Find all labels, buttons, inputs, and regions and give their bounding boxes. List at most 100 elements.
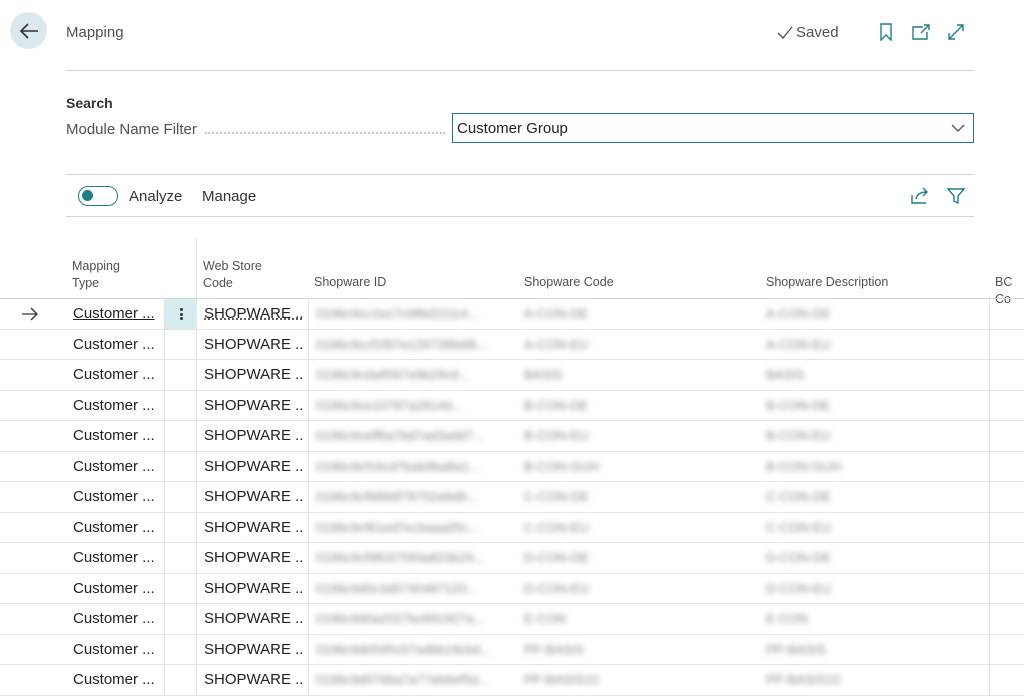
cell-shopware-description[interactable]: D-CON-DE <box>766 543 976 573</box>
cell-web-store-code[interactable]: SHOPWARE ... <box>204 635 304 665</box>
cell-shopware-id[interactable]: 0196c9d0c3d5740487120... <box>316 574 512 604</box>
table-row[interactable]: Customer ... SHOPWARE ... 0196c9ce10787a28… <box>0 391 1024 421</box>
table-row[interactable]: Customer ... SHOPWARE ... 0196c9ccf1f97e12… <box>0 330 1024 360</box>
table-row[interactable]: Customer ... SHOPWARE ... 0196c9d0a2027bc8… <box>0 604 1024 635</box>
cell-shopware-description[interactable]: PP-BASIS10 <box>766 665 976 695</box>
bookmark-button[interactable] <box>876 22 896 42</box>
cell-shopware-id[interactable]: 0196c9d076ba7a77eb9ef5d... <box>316 665 512 695</box>
table-row[interactable]: Customer ... SHOPWARE ... 0196c9cf6866f787… <box>0 482 1024 513</box>
column-separator <box>989 299 990 696</box>
cell-mapping-type[interactable]: Customer ... <box>73 482 161 512</box>
cell-shopware-code[interactable]: BASIS <box>524 360 744 390</box>
cell-shopware-code[interactable]: E-CON <box>524 604 744 634</box>
open-new-window-button[interactable] <box>911 22 931 42</box>
cell-shopware-description[interactable]: PP-BASIS <box>766 635 976 665</box>
cell-mapping-type[interactable]: Customer ... <box>73 604 161 634</box>
cell-shopware-code[interactable]: B-CON-GUH <box>524 452 744 482</box>
cell-mapping-type[interactable]: Customer ... <box>73 299 161 329</box>
cell-mapping-type[interactable]: Customer ... <box>73 665 161 695</box>
table-row[interactable]: Customer ... SHOPWARE ... 0196c9ceff6a7bd7… <box>0 421 1024 452</box>
cell-shopware-id[interactable]: 0196c9d0595c07ad6b19cbd... <box>316 635 512 665</box>
table-row[interactable]: Customer ... SHOPWARE ... 0196c9d076ba7a77… <box>0 665 1024 696</box>
cell-shopware-id[interactable]: 0196c9cf16cd7bab9ba8a1... <box>316 452 512 482</box>
column-separator <box>308 299 309 696</box>
cell-mapping-type[interactable]: Customer ... <box>73 574 161 604</box>
column-separator <box>164 299 165 696</box>
analyze-label[interactable]: Analyze <box>129 188 182 205</box>
row-actions-menu-button[interactable] <box>165 299 197 329</box>
filter-button[interactable] <box>945 185 967 207</box>
cell-mapping-type[interactable]: Customer ... <box>73 330 161 360</box>
module-name-filter-select[interactable]: Customer Group <box>452 113 974 143</box>
table-row[interactable]: Customer ... SHOPWARE ... 0196c9cf9f037593… <box>0 543 1024 574</box>
cell-web-store-code[interactable]: SHOPWARE ... <box>204 543 304 573</box>
cell-shopware-id[interactable]: 0196c9cda8567e9b29cd... <box>316 360 512 390</box>
cell-shopware-description[interactable]: E-CON <box>766 604 976 634</box>
cell-shopware-description[interactable]: B-CON-EU <box>766 421 976 451</box>
cell-shopware-description[interactable]: D-CON-EU <box>766 574 976 604</box>
cell-shopware-code[interactable]: A-CON-DE <box>524 299 744 329</box>
cell-shopware-code[interactable]: C-CON-DE <box>524 482 744 512</box>
table-row[interactable]: Customer ... SHOPWARE ... 0196c9cda8567e9b… <box>0 360 1024 391</box>
cell-shopware-code[interactable]: A-CON-EU <box>524 330 744 360</box>
cell-shopware-code[interactable]: C-CON-EU <box>524 513 744 543</box>
cell-shopware-description[interactable]: A-CON-EU <box>766 330 976 360</box>
more-vertical-icon <box>179 307 183 322</box>
cell-shopware-code[interactable]: B-CON-DE <box>524 391 744 421</box>
table-row[interactable]: Customer ... SHOPWARE ... 0196c9d0595c07ad… <box>0 635 1024 665</box>
column-header-shopware-code[interactable]: Shopware Code <box>524 274 614 291</box>
cell-mapping-type[interactable]: Customer ... <box>73 635 161 665</box>
cell-shopware-id[interactable]: 0196c9cc2a17c0f8d22114... <box>316 299 512 329</box>
cell-shopware-description[interactable]: B-CON-DE <box>766 391 976 421</box>
cell-shopware-id[interactable]: 0196c9cf6866f78702a9d9... <box>316 482 512 512</box>
cell-mapping-type[interactable]: Customer ... <box>73 452 161 482</box>
toggle-knob <box>82 190 93 201</box>
cell-shopware-id[interactable]: 0196c9ceff6a7bd7ad3add7... <box>316 421 512 451</box>
column-header-shopware-id[interactable]: Shopware ID <box>314 274 386 291</box>
cell-mapping-type[interactable]: Customer ... <box>73 391 161 421</box>
cell-shopware-code[interactable]: PP-BASIS10 <box>524 665 744 695</box>
cell-web-store-code[interactable]: SHOPWARE ... <box>204 360 304 390</box>
column-header-web-store-code[interactable]: Web Store Code <box>203 258 262 292</box>
cell-shopware-description[interactable]: B-CON-GUH <box>766 452 976 482</box>
module-name-filter-label: Module Name Filter <box>66 121 197 138</box>
cell-mapping-type[interactable]: Customer ... <box>73 421 161 451</box>
cell-mapping-type[interactable]: Customer ... <box>73 513 161 543</box>
table-row[interactable]: Customer ... SHOPWARE ... 0196c9cc2a17c0f8… <box>0 299 1024 330</box>
cell-web-store-code[interactable]: SHOPWARE ... <box>204 513 304 543</box>
cell-shopware-code[interactable]: PP-BASIS <box>524 635 744 665</box>
back-button[interactable] <box>10 12 47 49</box>
cell-shopware-description[interactable]: C-CON-DE <box>766 482 976 512</box>
column-header-mapping-type[interactable]: Mapping Type <box>72 258 120 292</box>
cell-web-store-code[interactable]: SHOPWARE ... <box>204 574 304 604</box>
cell-web-store-code[interactable]: SHOPWARE ... <box>204 330 304 360</box>
cell-shopware-code[interactable]: D-CON-DE <box>524 543 744 573</box>
cell-web-store-code[interactable]: SHOPWARE ... <box>204 391 304 421</box>
expand-button[interactable] <box>946 22 966 42</box>
cell-shopware-id[interactable]: 0196c9cf61ed7ecbaaa05c... <box>316 513 512 543</box>
cell-shopware-id[interactable]: 0196c9d0a2027bc891927a... <box>316 604 512 634</box>
cell-mapping-type[interactable]: Customer ... <box>73 543 161 573</box>
cell-web-store-code[interactable]: SHOPWARE ... <box>204 299 304 329</box>
analyze-toggle[interactable] <box>78 186 118 206</box>
share-button[interactable] <box>909 185 931 207</box>
cell-shopware-code[interactable]: D-CON-EU <box>524 574 744 604</box>
cell-web-store-code[interactable]: SHOPWARE ... <box>204 482 304 512</box>
cell-shopware-description[interactable]: BASIS <box>766 360 976 390</box>
column-header-shopware-description[interactable]: Shopware Description <box>766 274 888 291</box>
cell-web-store-code[interactable]: SHOPWARE ... <box>204 604 304 634</box>
cell-web-store-code[interactable]: SHOPWARE ... <box>204 452 304 482</box>
cell-web-store-code[interactable]: SHOPWARE ... <box>204 421 304 451</box>
cell-shopware-description[interactable]: C-CON-EU <box>766 513 976 543</box>
cell-shopware-description[interactable]: A-CON-DE <box>766 299 976 329</box>
table-row[interactable]: Customer ... SHOPWARE ... 0196c9cf61ed7ecb… <box>0 513 1024 543</box>
manage-menu[interactable]: Manage <box>202 188 256 205</box>
cell-mapping-type[interactable]: Customer ... <box>73 360 161 390</box>
cell-shopware-id[interactable]: 0196c9ccf1f97e129739fa98... <box>316 330 512 360</box>
cell-web-store-code[interactable]: SHOPWARE ... <box>204 665 304 695</box>
cell-shopware-id[interactable]: 0196c9cf9f037593a823b24... <box>316 543 512 573</box>
cell-shopware-id[interactable]: 0196c9ce10787a2814d... <box>316 391 512 421</box>
table-row[interactable]: Customer ... SHOPWARE ... 0196c9cf16cd7bab… <box>0 452 1024 482</box>
table-row[interactable]: Customer ... SHOPWARE ... 0196c9d0c3d57404… <box>0 574 1024 604</box>
cell-shopware-code[interactable]: B-CON-EU <box>524 421 744 451</box>
